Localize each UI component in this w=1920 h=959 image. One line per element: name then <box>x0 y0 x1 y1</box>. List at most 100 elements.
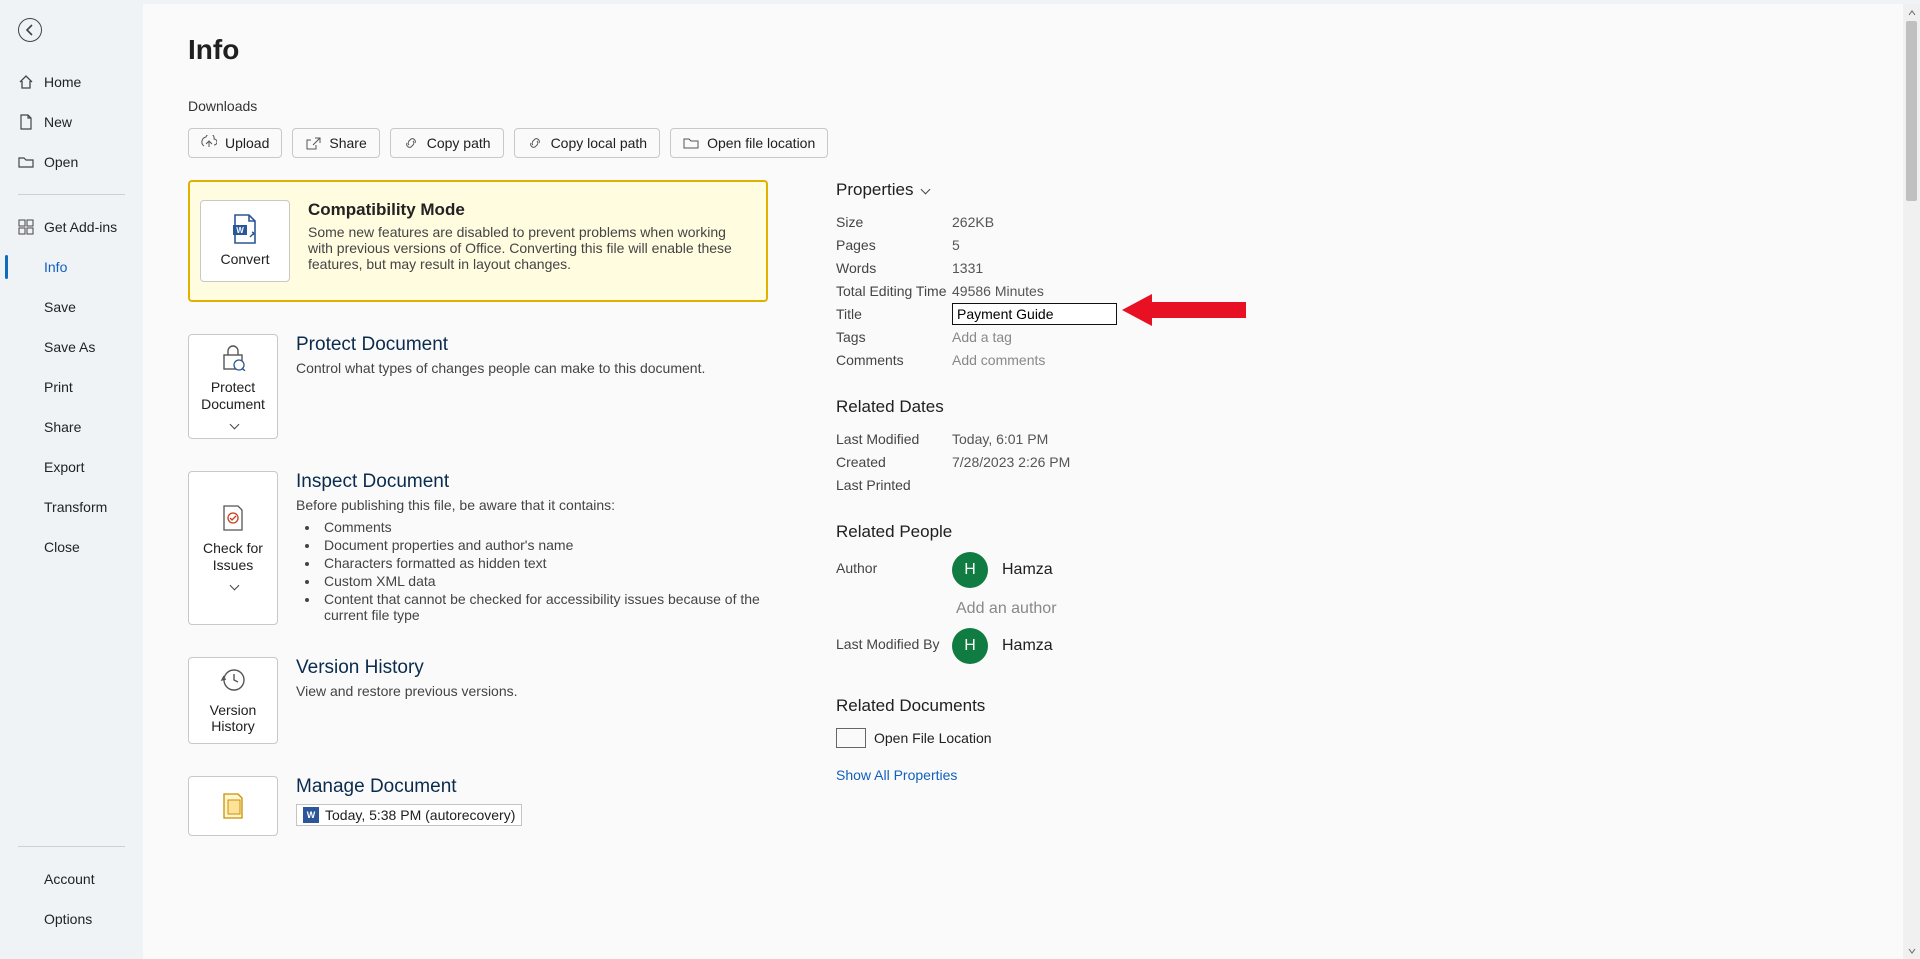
vertical-scrollbar[interactable] <box>1903 4 1920 959</box>
related-people-header: Related People <box>836 522 1256 542</box>
properties-panel: Properties Size262KB Pages5 Words1331 To… <box>836 180 1256 836</box>
info-toolbar: Upload Share Copy path Copy local path O… <box>188 128 1920 158</box>
compatibility-notice: W Convert Compatibility Mode Some new fe… <box>188 180 768 302</box>
manage-document-button[interactable] <box>188 776 278 836</box>
scroll-thumb[interactable] <box>1906 21 1917 201</box>
nav-new[interactable]: New <box>0 102 143 142</box>
nav-export[interactable]: Export <box>0 447 143 487</box>
upload-icon <box>201 135 217 151</box>
related-documents-header: Related Documents <box>836 696 1256 716</box>
compat-desc: Some new features are disabled to preven… <box>308 224 744 272</box>
last-modified-by-label: Last Modified By <box>836 628 952 670</box>
nav-info[interactable]: Info <box>0 247 143 287</box>
nav-options[interactable]: Options <box>0 899 143 939</box>
check-for-issues-button[interactable]: Check for Issues <box>188 471 278 625</box>
addins-icon <box>18 219 34 235</box>
backstage-sidebar: Home New Open Get Add-ins Info Save Save… <box>0 0 143 959</box>
nav-open[interactable]: Open <box>0 142 143 182</box>
inspect-desc: Before publishing this file, be aware th… <box>296 497 768 513</box>
version-history-button[interactable]: Version History <box>188 657 278 745</box>
protect-section: Protect Document Protect Document Contro… <box>188 334 768 439</box>
svg-text:W: W <box>236 226 244 235</box>
prop-words-label: Words <box>836 260 952 276</box>
comments-input[interactable]: Add comments <box>952 352 1045 368</box>
nav-print[interactable]: Print <box>0 367 143 407</box>
home-icon <box>18 74 34 90</box>
version-history-section: Version History Version History View and… <box>188 657 768 745</box>
nav-label: New <box>44 114 72 130</box>
upload-button[interactable]: Upload <box>188 128 282 158</box>
history-icon <box>219 666 247 694</box>
nav-label: Save As <box>44 339 95 355</box>
last-printed-label: Last Printed <box>836 477 952 493</box>
version-title: Version History <box>296 657 768 679</box>
back-button[interactable] <box>18 18 42 42</box>
folder-icon <box>836 728 866 748</box>
created-label: Created <box>836 454 952 470</box>
protect-desc: Control what types of changes people can… <box>296 360 768 376</box>
open-file-location-button[interactable]: Open file location <box>670 128 828 158</box>
protect-document-button[interactable]: Protect Document <box>188 334 278 439</box>
nav-close[interactable]: Close <box>0 527 143 567</box>
manage-doc-icon <box>219 792 247 820</box>
nav-label: Home <box>44 74 81 90</box>
title-input[interactable] <box>952 303 1117 325</box>
inspect-title: Inspect Document <box>296 471 768 493</box>
prop-editing-time-value: 49586 Minutes <box>952 283 1044 299</box>
manage-document-section: Manage Document W Today, 5:38 PM (autore… <box>188 776 768 836</box>
compat-title: Compatibility Mode <box>308 200 744 220</box>
nav-label: Account <box>44 871 95 887</box>
show-all-properties-link[interactable]: Show All Properties <box>836 767 957 783</box>
nav-label: Transform <box>44 499 107 515</box>
nav-save-as[interactable]: Save As <box>0 327 143 367</box>
nav-label: Save <box>44 299 76 315</box>
link-icon <box>403 135 419 151</box>
last-modified-label: Last Modified <box>836 431 952 447</box>
nav-label: Close <box>44 539 80 555</box>
convert-button[interactable]: W Convert <box>200 200 290 282</box>
open-file-location-link[interactable]: Open File Location <box>836 726 1256 749</box>
prop-tags-label: Tags <box>836 329 952 345</box>
copy-path-button[interactable]: Copy path <box>390 128 504 158</box>
prop-pages-value: 5 <box>952 237 960 253</box>
prop-pages-label: Pages <box>836 237 952 253</box>
scroll-up-button[interactable] <box>1903 4 1920 21</box>
last-modified-value: Today, 6:01 PM <box>952 431 1048 447</box>
author-person[interactable]: H Hamza <box>952 552 1057 588</box>
nav-addins[interactable]: Get Add-ins <box>0 207 143 247</box>
tags-input[interactable]: Add a tag <box>952 329 1012 345</box>
related-dates-header: Related Dates <box>836 397 1256 417</box>
manage-title: Manage Document <box>296 776 768 798</box>
nav-label: Options <box>44 911 92 927</box>
nav-account[interactable]: Account <box>0 859 143 899</box>
inspect-item: Content that cannot be checked for acces… <box>320 591 768 623</box>
nav-transform[interactable]: Transform <box>0 487 143 527</box>
nav-home[interactable]: Home <box>0 62 143 102</box>
inspect-icon <box>219 504 247 532</box>
protect-title: Protect Document <box>296 334 768 356</box>
version-desc: View and restore previous versions. <box>296 683 768 699</box>
properties-dropdown[interactable]: Properties <box>836 180 1256 200</box>
nav-save[interactable]: Save <box>0 287 143 327</box>
nav-share[interactable]: Share <box>0 407 143 447</box>
inspect-item: Custom XML data <box>320 573 768 589</box>
nav-label: Print <box>44 379 73 395</box>
prop-editing-time-label: Total Editing Time <box>836 283 952 299</box>
inspect-item: Document properties and author's name <box>320 537 768 553</box>
inspect-list: Comments Document properties and author'… <box>296 519 768 623</box>
scroll-down-button[interactable] <box>1903 942 1920 959</box>
share-button[interactable]: Share <box>292 128 379 158</box>
new-doc-icon <box>18 114 34 130</box>
last-modified-by-person[interactable]: H Hamza <box>952 628 1053 664</box>
created-value: 7/28/2023 2:26 PM <box>952 454 1070 470</box>
inspect-item: Characters formatted as hidden text <box>320 555 768 571</box>
chevron-down-icon <box>230 580 240 590</box>
prop-words-value: 1331 <box>952 260 983 276</box>
main-panel: Info Downloads Upload Share Copy path Co… <box>143 4 1920 959</box>
inspect-section: Check for Issues Inspect Document Before… <box>188 471 768 625</box>
copy-local-path-button[interactable]: Copy local path <box>514 128 661 158</box>
autorecovery-version[interactable]: W Today, 5:38 PM (autorecovery) <box>296 804 522 826</box>
add-author-link[interactable]: Add an author <box>956 600 1057 618</box>
file-location-label[interactable]: Downloads <box>188 98 1920 114</box>
prop-title-label: Title <box>836 306 952 322</box>
